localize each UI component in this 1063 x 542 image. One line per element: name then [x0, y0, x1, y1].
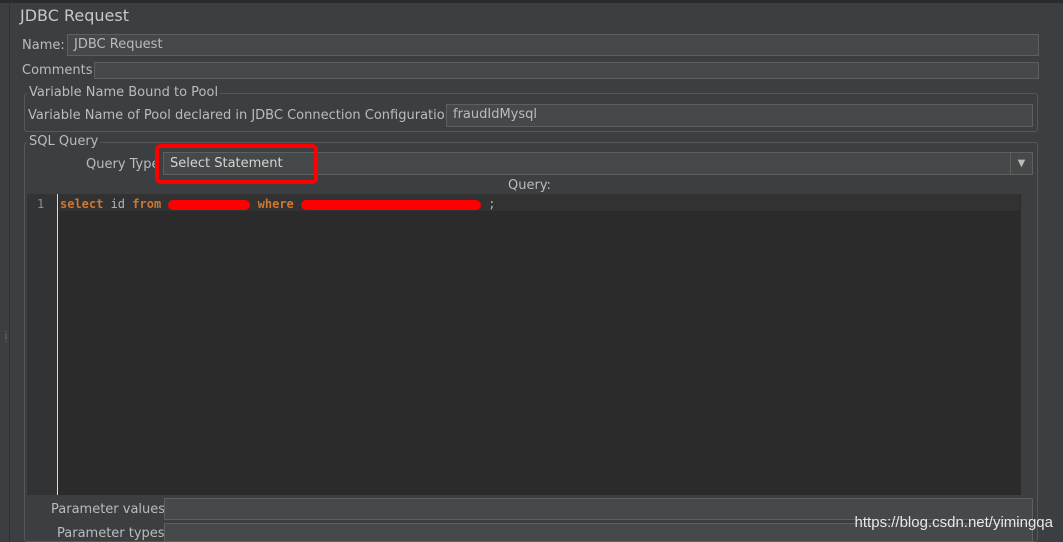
jdbc-request-panel: ⋮ ⋮ JDBC Request Name: JDBC Request Comme…	[0, 0, 1063, 542]
splitter-grip-icon[interactable]: ⋮ ⋮	[2, 331, 10, 347]
highlight-box	[155, 144, 318, 184]
keyword-from: from	[132, 197, 162, 211]
code-semicolon: ;	[481, 197, 496, 211]
name-label: Name:	[22, 38, 65, 53]
keyword-where: where	[257, 197, 294, 211]
code-line[interactable]: select id from where ;	[60, 197, 495, 211]
query-type-label: Query Type	[86, 157, 160, 172]
sql-query-legend: SQL Query	[27, 134, 101, 149]
comments-input[interactable]	[94, 62, 1039, 79]
pool-variable-input[interactable]: fraudIdMysql	[446, 104, 1033, 127]
parameter-values-label: Parameter values:	[51, 502, 170, 517]
name-input[interactable]: JDBC Request	[67, 34, 1039, 56]
query-label: Query:	[508, 178, 551, 193]
top-border	[0, 0, 1063, 3]
pool-section-legend: Variable Name Bound to Pool	[27, 85, 221, 100]
editor-scrollbar[interactable]	[1020, 194, 1033, 495]
pool-variable-label: Variable Name of Pool declared in JDBC C…	[28, 108, 458, 123]
redaction-mark	[168, 199, 251, 210]
code-id: id	[103, 197, 133, 211]
sql-editor[interactable]: 1 select id from where ;	[27, 194, 1033, 495]
keyword-select: select	[60, 197, 104, 211]
comments-label: Comments:	[22, 63, 97, 78]
parameter-types-label: Parameter types:	[57, 526, 169, 541]
watermark: https://blog.csdn.net/yimingqa	[854, 514, 1053, 531]
left-splitter[interactable]: ⋮ ⋮	[0, 3, 10, 542]
panel-title: JDBC Request	[20, 6, 129, 25]
line-number-gutter: 1	[27, 194, 58, 495]
redaction-mark	[301, 199, 481, 210]
chevron-down-icon[interactable]: ▼	[1010, 153, 1032, 174]
line-number: 1	[37, 197, 45, 211]
